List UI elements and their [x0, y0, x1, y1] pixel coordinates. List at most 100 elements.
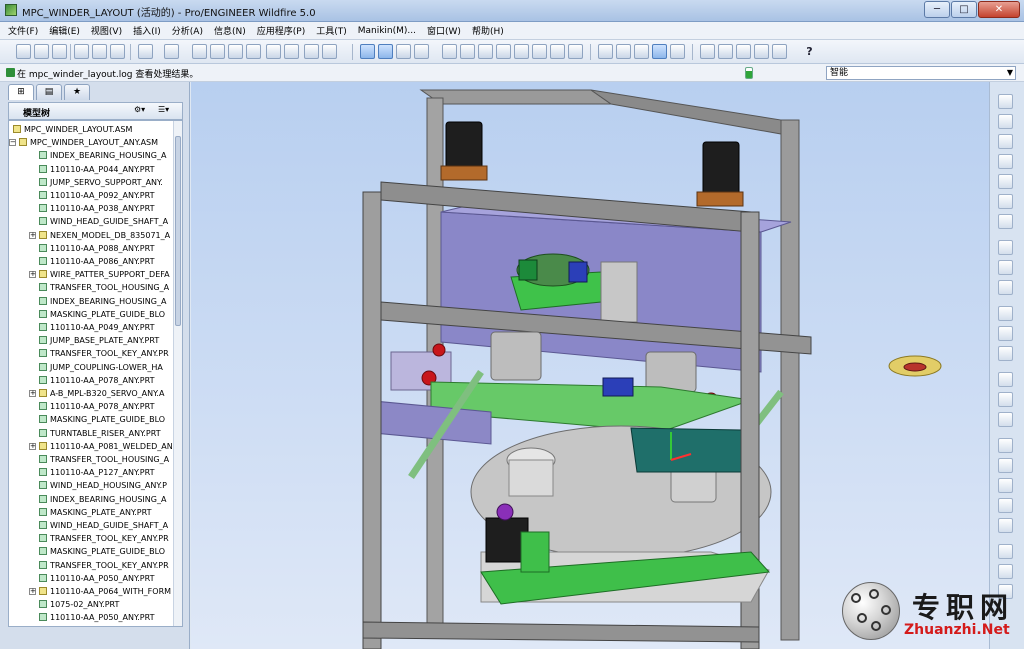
tree-item[interactable]: 110110-AA_P086_ANY.PRT [39, 255, 154, 268]
datum-plane-icon[interactable] [998, 94, 1013, 109]
datum-planes-icon[interactable] [360, 44, 375, 59]
tree-item[interactable]: +110110-AA_P081_WELDED_AN [29, 440, 173, 453]
tree-item[interactable]: + A-B_MPL-B320_SERVO_ANY.A [29, 387, 164, 400]
chamfer-icon[interactable] [998, 412, 1013, 427]
shell-icon[interactable] [998, 544, 1013, 559]
tree-item[interactable]: 110110-AA_P088_ANY.PRT [39, 242, 154, 255]
layers-icon[interactable] [550, 44, 565, 59]
tree-item[interactable]: +110110-AA_P064_WITH_FORM [29, 585, 171, 598]
regenerate-icon[interactable] [266, 44, 281, 59]
menu-tools[interactable]: 工具(T) [316, 24, 347, 37]
menu-manikin[interactable]: Manikin(M)... [358, 26, 416, 36]
shading-icon[interactable] [414, 44, 429, 59]
csys-display-icon[interactable] [754, 44, 769, 59]
extrude-icon[interactable] [998, 260, 1013, 275]
trim-icon[interactable] [998, 498, 1013, 513]
menu-info[interactable]: 信息(N) [214, 24, 246, 37]
tree-item[interactable]: 110110-AA_P092_ANY.PRT [39, 189, 154, 202]
collapse-icon[interactable]: − [9, 139, 16, 147]
datum-curve-icon[interactable] [998, 134, 1013, 149]
email-icon[interactable] [92, 44, 107, 59]
tree-item[interactable]: JUMP_COUPLING-LOWER_HA [39, 361, 163, 374]
analysis-icon[interactable] [998, 214, 1013, 229]
menu-window[interactable]: 窗口(W) [427, 24, 461, 37]
close-button[interactable]: ✕ [978, 1, 1020, 18]
menu-view[interactable]: 视图(V) [91, 24, 122, 37]
menu-file[interactable]: 文件(F) [8, 24, 38, 37]
create-component-icon[interactable] [998, 326, 1013, 341]
mirror-icon[interactable] [998, 438, 1013, 453]
tree-item[interactable]: INDEX_BEARING_HOUSING_A [39, 149, 166, 162]
tree-item[interactable]: 110110-AA_P044_ANY.PRT [39, 163, 154, 176]
tree-item[interactable]: MASKING_PLATE_GUIDE_BLO [39, 545, 165, 558]
new-file-icon[interactable] [16, 44, 31, 59]
tree-item[interactable]: TRANSFER_TOOL_KEY_ANY.PR [39, 347, 169, 360]
tree-item[interactable]: TURNTABLE_RISER_ANY.PRT [39, 427, 161, 440]
undo-icon[interactable] [138, 44, 153, 59]
tree-item[interactable]: WIND_HEAD_GUIDE_SHAFT_A [39, 215, 168, 228]
email-link-icon[interactable] [110, 44, 125, 59]
open-file-icon[interactable] [34, 44, 49, 59]
datum-axes-icon[interactable] [378, 44, 393, 59]
cut-icon[interactable] [192, 44, 207, 59]
view-manager-icon[interactable] [568, 44, 583, 59]
graphics-window[interactable] [191, 82, 989, 649]
axis-display-icon[interactable] [718, 44, 733, 59]
draft-icon[interactable] [998, 564, 1013, 579]
no-hidden-icon[interactable] [634, 44, 649, 59]
paste-icon[interactable] [228, 44, 243, 59]
tree-scrollbar[interactable] [173, 121, 182, 626]
tree-item[interactable]: MASKING_PLATE_GUIDE_BLO [39, 413, 165, 426]
saved-views-icon[interactable] [532, 44, 547, 59]
tree-item[interactable]: MASKING_PLATE_GUIDE_BLO [39, 308, 165, 321]
expand-icon[interactable]: + [29, 271, 36, 279]
tree-item[interactable]: WIND_HEAD_GUIDE_SHAFT_A [39, 519, 168, 532]
datum-axis-icon[interactable] [998, 114, 1013, 129]
pattern-icon[interactable] [998, 458, 1013, 473]
tree-item[interactable]: 110110-AA_P050_ANY.PRT [39, 611, 154, 624]
print-icon[interactable] [74, 44, 89, 59]
tree-item[interactable]: + WIRE_PATTER_SUPPORT_DEFA [29, 268, 170, 281]
tree-item[interactable]: 110110-AA_P050_ANY.PRT [39, 572, 154, 585]
expand-icon[interactable]: + [29, 390, 36, 397]
tree-item[interactable]: TRANSFER_TOOL_KEY_ANY.PR [39, 559, 169, 572]
tree-item[interactable]: INDEX_BEARING_HOUSING_A [39, 493, 166, 506]
expand-icon[interactable]: + [29, 588, 36, 595]
tree-item[interactable]: INDEX_BEARING_HOUSING_A [39, 295, 166, 308]
save-icon[interactable] [52, 44, 67, 59]
hole-icon[interactable] [998, 372, 1013, 387]
assembly-model[interactable] [191, 82, 989, 649]
context-help-icon[interactable]: ? [802, 44, 817, 59]
point-display-icon[interactable] [736, 44, 751, 59]
spin-center-icon[interactable] [442, 44, 457, 59]
tree-item[interactable]: 110110-AA_P078_ANY.PRT [39, 374, 154, 387]
revolve-icon[interactable] [998, 280, 1013, 295]
expand-icon[interactable]: + [29, 231, 36, 239]
regenerate-manager-icon[interactable] [284, 44, 299, 59]
tree-item[interactable]: MPC_WINDER_LAYOUT.ASM [13, 123, 132, 136]
tab-model-tree[interactable]: ⊞ [8, 84, 34, 100]
annotation-display-icon[interactable] [772, 44, 787, 59]
merge-icon[interactable] [998, 478, 1013, 493]
tree-item[interactable]: 1075-02_ANY.PRT [39, 598, 119, 611]
menu-edit[interactable]: 编辑(E) [49, 24, 80, 37]
datum-points-icon[interactable] [396, 44, 411, 59]
tree-item[interactable]: − MPC_WINDER_LAYOUT_ANY.ASM [9, 136, 158, 149]
tree-item[interactable]: TRANSFER_TOOL_HOUSING_A [39, 281, 169, 294]
reorient-icon[interactable] [514, 44, 529, 59]
tree-scrollbar-thumb[interactable] [175, 136, 181, 326]
package-component-icon[interactable] [998, 346, 1013, 361]
copy-icon[interactable] [210, 44, 225, 59]
sketch-curve-icon[interactable] [998, 154, 1013, 169]
zoom-out-icon[interactable] [478, 44, 493, 59]
select-box-icon[interactable] [322, 44, 337, 59]
tree-item[interactable]: 110110-AA_P049_ANY.PRT [39, 321, 154, 334]
sketch-icon[interactable] [998, 240, 1013, 255]
tree-item[interactable]: JUMP_SERVO_SUPPORT_ANY. [39, 176, 163, 189]
offset-icon[interactable] [998, 518, 1013, 533]
menu-help[interactable]: 帮助(H) [472, 24, 504, 37]
tree-item[interactable]: TRANSFER_TOOL_KEY_ANY.PR [39, 532, 169, 545]
tree-item[interactable]: 110110-AA_P078_ANY.PRT [39, 400, 154, 413]
zoom-in-icon[interactable] [460, 44, 475, 59]
tree-item[interactable]: + NEXEN_MODEL_DB_835071_A [29, 229, 170, 242]
